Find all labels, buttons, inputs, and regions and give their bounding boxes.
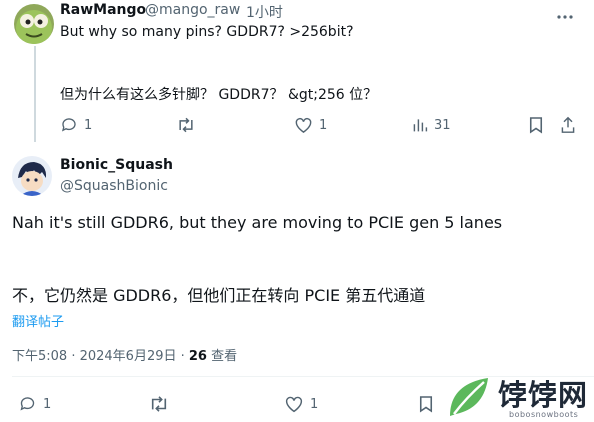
- like-count: 1: [319, 117, 328, 133]
- reply-icon: [61, 118, 76, 132]
- anime-avatar-icon: [12, 156, 52, 196]
- tweet-text-en: Nah it's still GDDR6, but they are movin…: [12, 213, 503, 232]
- like-count: 1: [310, 396, 319, 412]
- share-icon: [561, 116, 575, 133]
- more-options-button[interactable]: [556, 8, 574, 30]
- reply-button[interactable]: 1: [60, 116, 92, 134]
- retweet-button[interactable]: [176, 116, 196, 134]
- tweet-text-zh: 不，它仍然是 GDDR6，但他们正在转向 PCIE 第五代通道: [12, 286, 426, 305]
- share-button[interactable]: [560, 116, 576, 134]
- avatar[interactable]: [14, 4, 54, 44]
- heart-icon: [285, 396, 303, 413]
- tweet-text-zh: 但为什么有这么多针脚？ GDDR7？ &gt;256 位？: [60, 87, 378, 103]
- view-total: 26: [188, 349, 207, 364]
- zombie-avatar-icon: [14, 4, 54, 44]
- reply-icon: [20, 397, 35, 411]
- retweet-icon: [179, 117, 193, 133]
- retweet-button[interactable]: [148, 395, 170, 413]
- bookmark-button[interactable]: [529, 116, 543, 134]
- view-count: 31: [434, 117, 451, 133]
- like-button[interactable]: 1: [284, 395, 318, 413]
- tweet-meta: 下午5:08 · 2024年6月29日 · 26 查看: [12, 345, 237, 364]
- handle[interactable]: @mango_raw: [145, 2, 240, 18]
- retweet-icon: [151, 396, 167, 412]
- avatar[interactable]: [12, 156, 52, 196]
- reply-count: 1: [84, 117, 93, 133]
- reply-button[interactable]: 1: [18, 395, 51, 413]
- more-horizontal-icon: [557, 15, 573, 19]
- bookmark-button[interactable]: [419, 395, 433, 413]
- leaf-logo-icon: [450, 378, 488, 416]
- like-button[interactable]: 1: [294, 116, 327, 134]
- thread-line: [34, 46, 36, 142]
- tweet-text-en: But why so many pins? GDDR7? >256bit?: [60, 24, 354, 40]
- bookmark-icon: [419, 396, 433, 413]
- bookmark-icon: [529, 117, 543, 134]
- handle[interactable]: @SquashBionic: [60, 178, 168, 194]
- heart-icon: [295, 117, 312, 133]
- post-time[interactable]: 下午5:08 · 2024年6月29日 ·: [12, 349, 189, 364]
- views-button[interactable]: 31: [412, 116, 451, 134]
- display-name[interactable]: Bionic_Squash: [60, 157, 173, 173]
- reply-count: 1: [43, 396, 52, 412]
- timestamp[interactable]: 1小时: [246, 2, 283, 22]
- watermark-brand: 饽饽网: [498, 378, 589, 412]
- watermark-sub: bobosnowboots: [509, 410, 579, 419]
- separator-dot: ·: [236, 2, 241, 18]
- display-name[interactable]: RawMango: [60, 2, 146, 18]
- analytics-icon: [413, 119, 428, 132]
- translate-post-link[interactable]: 翻译帖子: [12, 311, 64, 330]
- views-label: 查看: [206, 349, 238, 364]
